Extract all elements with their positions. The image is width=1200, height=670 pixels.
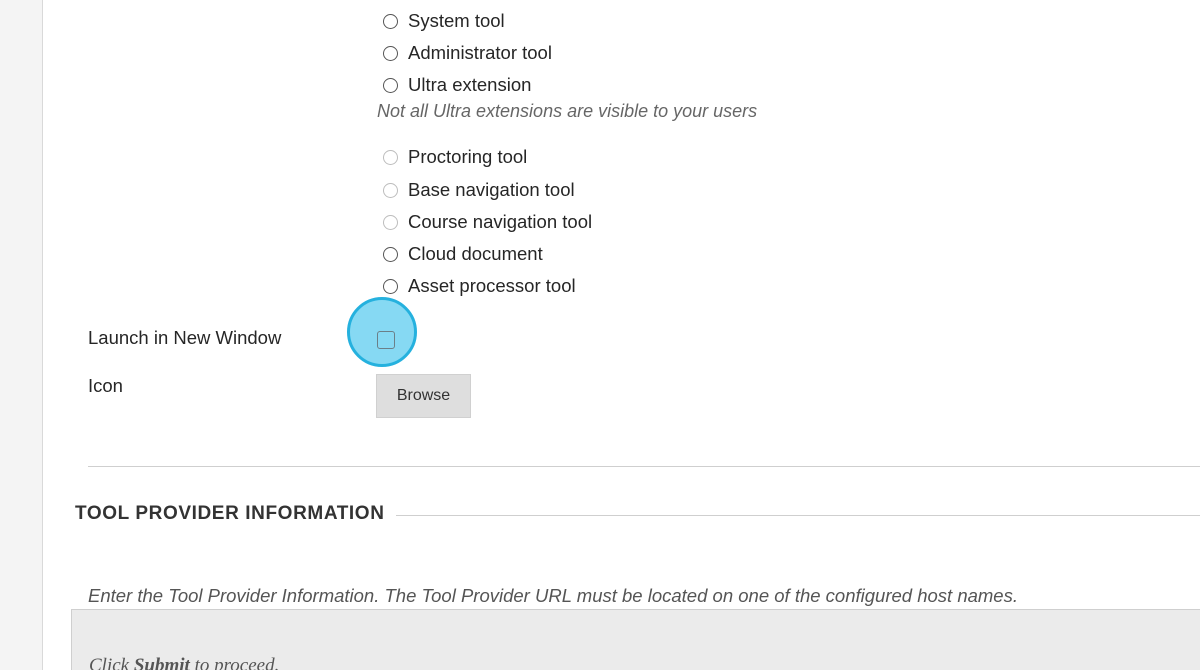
section-title: TOOL PROVIDER INFORMATION <box>75 503 385 524</box>
radio-asset-processor-tool[interactable]: Asset processor tool <box>383 274 576 298</box>
radio-course-navigation-tool: Course navigation tool <box>383 210 592 234</box>
radio-circle-icon <box>383 214 398 230</box>
radio-circle-icon <box>383 182 398 198</box>
radio-label: Course navigation tool <box>408 211 593 232</box>
radio-label: Asset processor tool <box>408 275 576 296</box>
section-divider <box>88 466 1200 467</box>
radio-circle-icon[interactable] <box>383 278 398 294</box>
icon-field-label: Icon <box>88 375 123 396</box>
ultra-extension-note: Not all Ultra extensions are visible to … <box>377 101 758 121</box>
radio-label: Administrator tool <box>408 42 552 63</box>
submit-hint-action: Submit <box>133 655 190 670</box>
radio-circle-icon <box>383 149 398 165</box>
radio-circle-icon[interactable] <box>383 13 398 29</box>
radio-base-navigation-tool: Base navigation tool <box>383 178 575 202</box>
radio-proctoring-tool: Proctoring tool <box>383 145 527 169</box>
radio-label: Cloud document <box>408 243 543 264</box>
radio-label: Base navigation tool <box>408 179 575 200</box>
submit-hint-suffix: to proceed. <box>189 655 280 670</box>
radio-circle-icon[interactable] <box>383 246 398 262</box>
radio-administrator-tool[interactable]: Administrator tool <box>383 41 552 65</box>
radio-label: System tool <box>408 10 505 31</box>
left-rail <box>0 0 43 670</box>
radio-label: Proctoring tool <box>408 146 528 167</box>
radio-circle-icon[interactable] <box>383 45 398 61</box>
section-title-rule <box>396 515 1200 516</box>
radio-ultra-extension[interactable]: Ultra extension <box>383 73 531 97</box>
radio-circle-icon[interactable] <box>383 77 398 93</box>
launch-new-window-label: Launch in New Window <box>88 327 282 348</box>
radio-system-tool[interactable]: System tool <box>383 9 505 33</box>
launch-new-window-checkbox[interactable] <box>377 331 395 349</box>
radio-cloud-document[interactable]: Cloud document <box>383 242 543 266</box>
submit-hint: Click Submit to proceed. <box>89 655 279 670</box>
submit-bar: Click Submit to proceed. <box>71 609 1200 670</box>
browse-button[interactable]: Browse <box>376 374 471 418</box>
section-instructions: Enter the Tool Provider Information. The… <box>88 585 1018 606</box>
radio-label: Ultra extension <box>408 74 532 95</box>
submit-hint-prefix: Click <box>89 655 134 670</box>
